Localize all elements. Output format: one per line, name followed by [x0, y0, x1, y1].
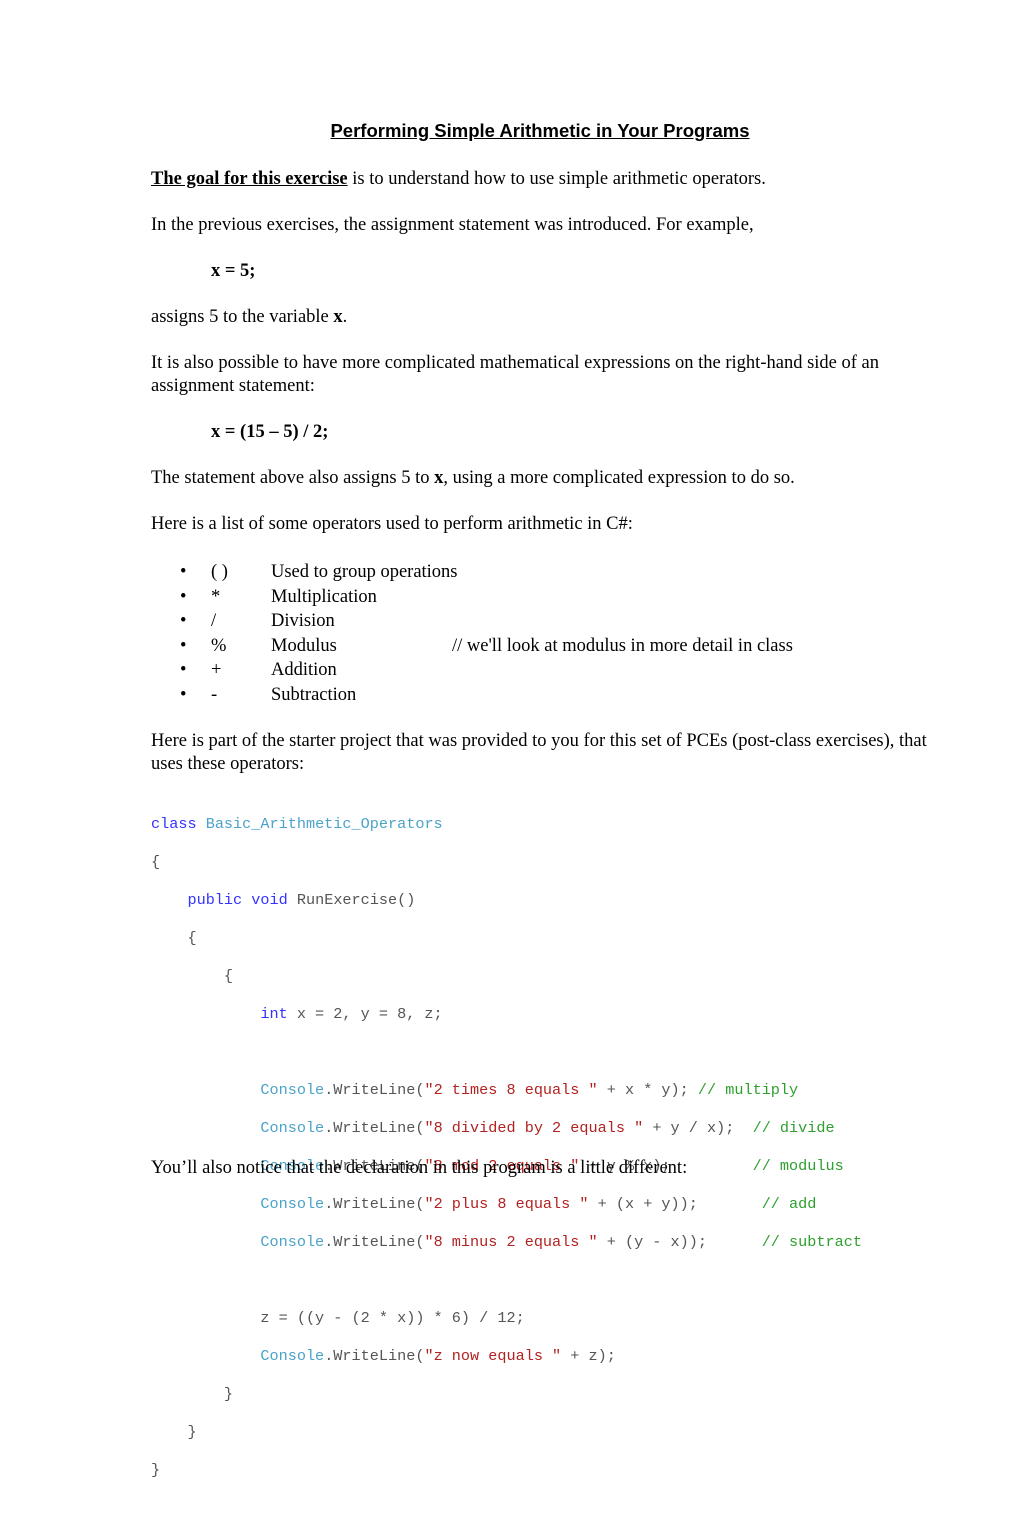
statement-var: x: [434, 468, 444, 488]
code-line: }: [187, 1423, 197, 1441]
operator-description: Multiplication: [271, 586, 377, 607]
bullet-icon: •: [180, 562, 187, 582]
operator-description: Division: [271, 611, 335, 631]
assigns-var: x: [333, 307, 343, 327]
goal-rest: is to understand how to use simple arith…: [347, 169, 766, 189]
bullet-icon: •: [180, 684, 187, 705]
code-line: Console.WriteLine("2 times 8 equals " + …: [260, 1081, 799, 1099]
list-intro-paragraph: Here is a list of some operators used to…: [151, 514, 633, 534]
code-line: Console.WriteLine("2 plus 8 equals " + (…: [260, 1195, 817, 1213]
code-line: z = ((y - (2 * x)) * 6) / 12;: [260, 1309, 525, 1327]
operator-symbol: +: [211, 660, 222, 680]
complicated-paragraph: It is also possible to have more complic…: [151, 353, 879, 396]
code-line: int x = 2, y = 8, z;: [260, 1005, 443, 1023]
operator-symbol: /: [211, 611, 217, 631]
bullet-icon: •: [180, 660, 187, 680]
example-2: x = (15 – 5) / 2;: [211, 422, 329, 442]
operator-symbol: -: [211, 684, 218, 705]
code-line: {: [187, 929, 197, 947]
intro-paragraph: In the previous exercises, the assignmen…: [151, 215, 754, 235]
operator-symbol: %: [211, 635, 227, 656]
assigns-post: .: [342, 307, 348, 327]
closing-paragraph: You’ll also notice that the declaration …: [151, 1158, 688, 1178]
operator-description: Used to group operations: [271, 562, 458, 582]
statement-above-paragraph: The statement above also assigns 5 to x,…: [151, 467, 795, 490]
goal-paragraph: The goal for this exercise is to underst…: [151, 168, 766, 191]
operator-symbol: *: [211, 586, 221, 607]
assigns-paragraph: assigns 5 to the variable x.: [151, 306, 347, 329]
code-line: Console.WriteLine("8 minus 2 equals " + …: [260, 1233, 862, 1251]
assigns-pre: assigns 5 to the variable: [151, 307, 334, 327]
operator-description: Modulus: [271, 635, 337, 656]
document-page: Performing Simple Arithmetic in Your Pro…: [0, 0, 1020, 1479]
code-line: {: [151, 853, 161, 871]
code-line: {: [223, 967, 234, 985]
goal-lead: The goal for this exercise: [151, 169, 348, 189]
operator-note: // we'll look at modulus in more detail …: [452, 635, 793, 656]
code-line: class Basic_Arithmetic_Operators: [151, 815, 443, 833]
code-line: }: [151, 1461, 161, 1479]
code-line: Console.WriteLine("8 divided by 2 equals…: [260, 1119, 835, 1137]
code-line: }: [223, 1385, 234, 1403]
operator-symbol: ( ): [211, 562, 228, 582]
code-line: Console.WriteLine("z now equals " + z);: [260, 1347, 616, 1365]
bullet-icon: •: [180, 611, 187, 631]
operator-description: Addition: [271, 660, 337, 680]
example-1: x = 5;: [211, 261, 256, 281]
bullet-icon: •: [180, 586, 187, 607]
statement-post: , using a more complicated expression to…: [443, 468, 795, 488]
page-title: Performing Simple Arithmetic in Your Pro…: [330, 120, 750, 141]
statement-pre: The statement above also assigns 5 to: [151, 468, 435, 488]
starter-intro-paragraph: Here is part of the starter project that…: [151, 731, 927, 774]
operator-description: Subtraction: [271, 684, 357, 705]
bullet-icon: •: [180, 635, 187, 656]
code-line: public void RunExercise(): [187, 891, 416, 909]
